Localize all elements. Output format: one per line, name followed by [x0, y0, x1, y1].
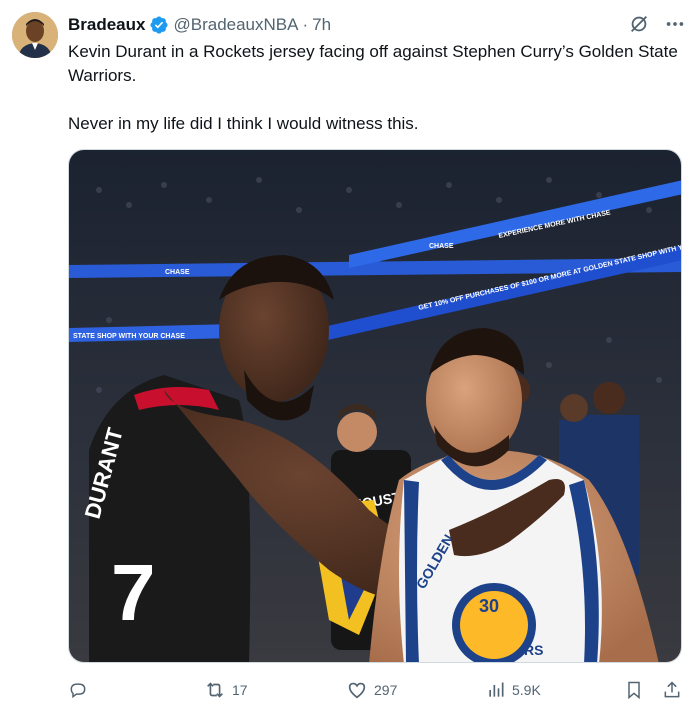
share-icon — [664, 681, 680, 698]
tweet-photo[interactable]: CHASE CHASE EXPERIENCE MORE WITH CHASE G… — [68, 149, 682, 663]
reply-button[interactable] — [68, 678, 94, 702]
bookmark-button[interactable] — [624, 678, 644, 702]
tweet-text-line-1: Kevin Durant in a Rockets jersey facing … — [68, 42, 678, 85]
timestamp[interactable]: 7h — [312, 15, 331, 35]
jersey-durant-number: 7 — [111, 548, 156, 637]
tweet-header: Bradeaux @BradeauxNBA · 7h — [68, 13, 331, 37]
jersey-curry-number: 30 — [479, 596, 499, 616]
views-count: 5.9K — [512, 682, 541, 698]
tweet-actions: 17 297 5.9K — [68, 678, 688, 702]
heart-icon — [348, 682, 366, 699]
banner-text-1: CHASE — [165, 269, 190, 276]
banner-text-2: CHASE — [429, 243, 454, 250]
retweet-icon — [207, 682, 223, 698]
like-count: 297 — [374, 682, 398, 698]
retweet-count: 17 — [232, 682, 248, 698]
reply-icon — [70, 683, 86, 699]
views-icon — [489, 682, 504, 697]
author-name[interactable]: Bradeaux — [68, 15, 145, 35]
retweet-button[interactable]: 17 — [204, 678, 248, 702]
like-button[interactable]: 297 — [346, 678, 397, 702]
tweet-top-actions — [628, 13, 686, 35]
views-button[interactable]: 5.9K — [486, 678, 541, 702]
tweet-text-line-2: Never in my life did I think I would wit… — [68, 114, 419, 133]
header-separator: · — [302, 15, 309, 34]
tweet-text: Kevin Durant in a Rockets jersey facing … — [68, 40, 688, 136]
grok-icon[interactable] — [628, 13, 650, 35]
verified-badge-icon — [149, 15, 169, 35]
more-options-icon[interactable] — [664, 13, 686, 35]
author-handle[interactable]: @BradeauxNBA — [173, 15, 298, 35]
share-button[interactable] — [662, 678, 682, 702]
bookmark-icon — [628, 681, 640, 700]
avatar[interactable] — [12, 12, 58, 58]
jersey-curry-bottom-text: RS — [524, 642, 543, 658]
banner-text-5: STATE SHOP WITH YOUR CHASE — [73, 333, 185, 340]
